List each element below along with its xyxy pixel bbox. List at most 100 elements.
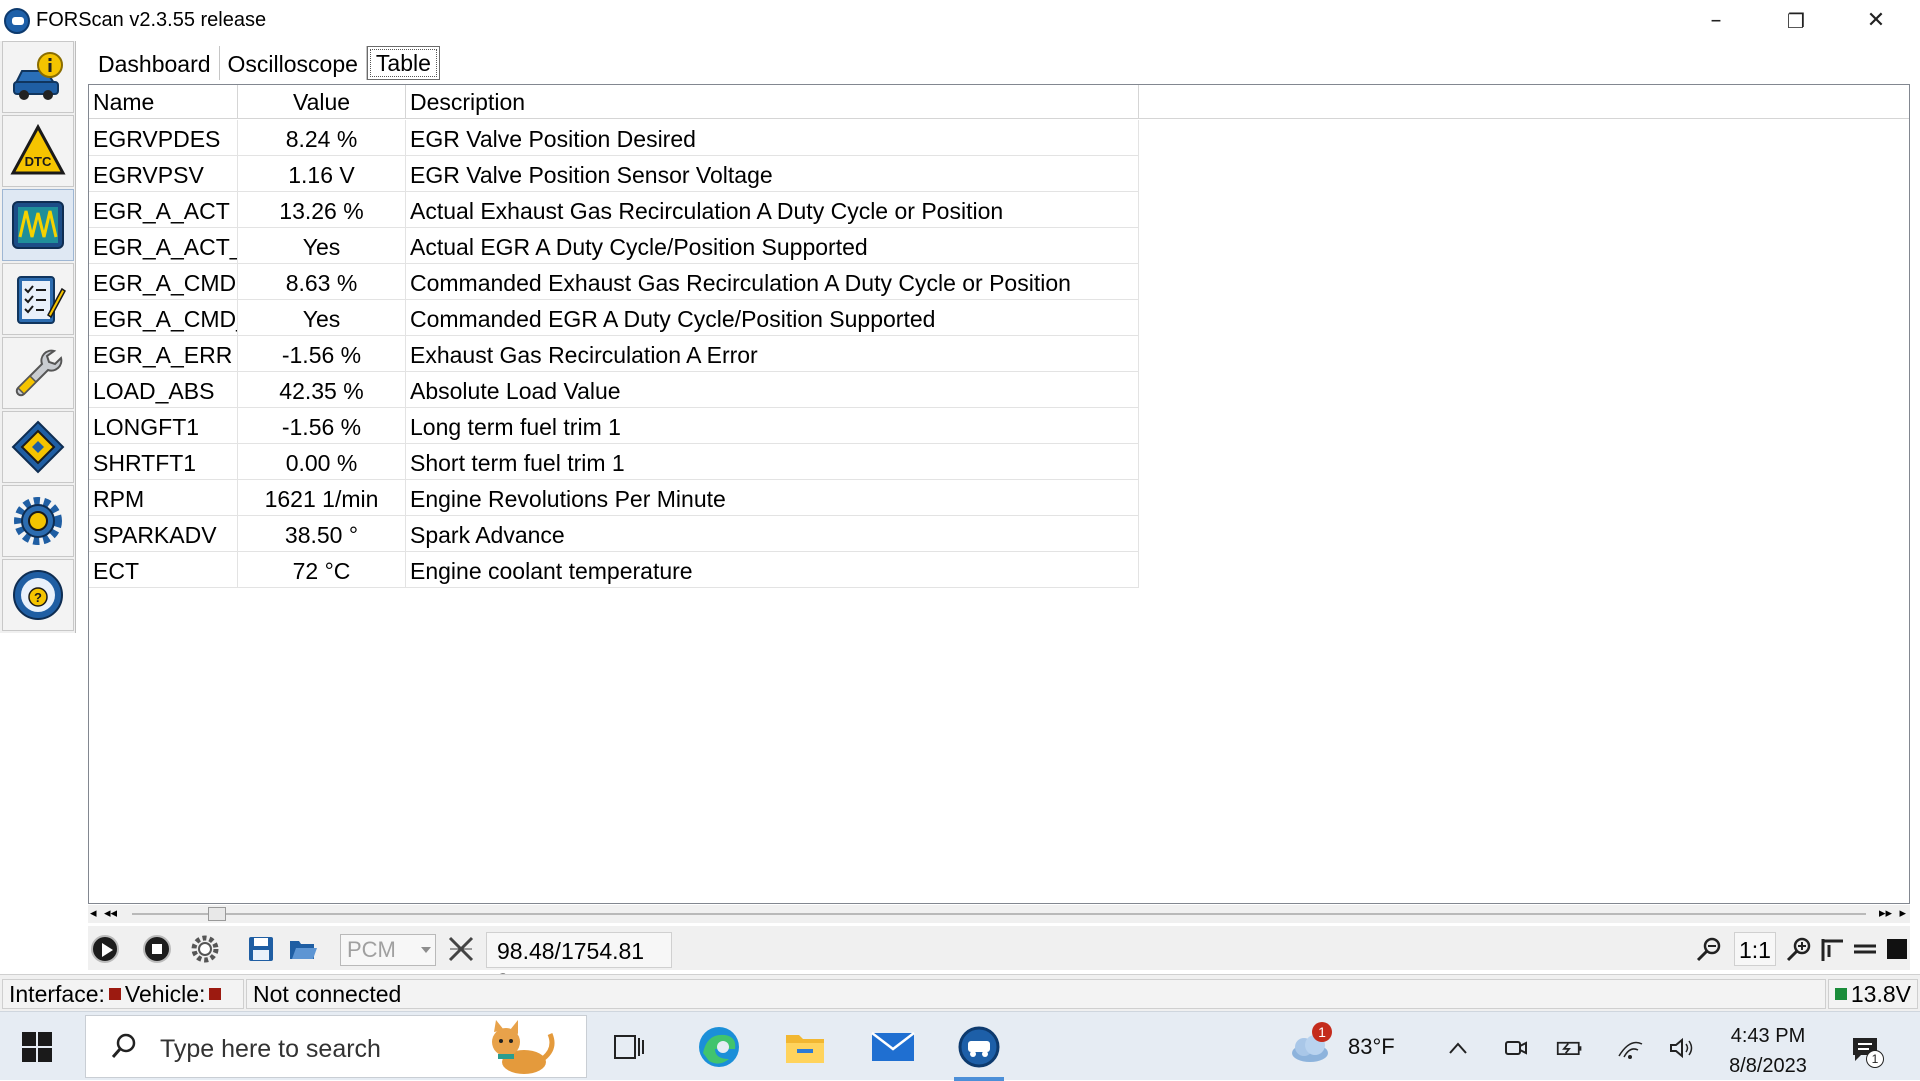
cell-description: Commanded EGR A Duty Cycle/Position Supp… <box>406 300 1139 335</box>
taskbar-clock[interactable]: 4:43 PM 8/8/2023 <box>1718 1021 1818 1081</box>
weather-temperature[interactable]: 83°F <box>1348 1034 1395 1060</box>
time-display: 98.48/1754.81 s <box>486 932 672 991</box>
network-status[interactable] <box>1616 1034 1644 1062</box>
scroll-track[interactable] <box>132 913 1866 915</box>
table-row[interactable]: LONGFT1 -1.56 % Long term fuel trim 1 <box>89 408 1139 444</box>
tab-table[interactable]: Table <box>366 46 440 80</box>
cell-value: -1.56 % <box>238 408 406 443</box>
sidebar-item-help[interactable]: ? <box>2 559 74 631</box>
zoom-out-button[interactable] <box>1692 932 1726 966</box>
scroll-last-arrow[interactable]: ▸▸ <box>1879 905 1892 923</box>
table-row[interactable]: EGR_A_CMD 8.63 % Commanded Exhaust Gas Rec… <box>89 264 1139 300</box>
pid-table: Name Value Description EGRVPDES 8.24 % EGR… <box>88 84 1910 904</box>
cursor-marker-icon <box>1821 939 1843 961</box>
cell-value: Yes <box>238 228 406 263</box>
fill-tool-button[interactable] <box>1880 932 1914 966</box>
windows-logo-icon <box>22 1032 36 1046</box>
interface-label: Interface: <box>9 980 105 1007</box>
cell-description: Engine Revolutions Per Minute <box>406 480 1139 515</box>
sidebar-item-oscilloscope[interactable] <box>2 189 74 261</box>
table-row[interactable]: EGR_A_ACT 13.26 % Actual Exhaust Gas Recir… <box>89 192 1139 228</box>
column-header-description[interactable]: Description <box>406 85 1139 119</box>
taskbar-forscan[interactable] <box>950 1020 1008 1081</box>
table-row[interactable]: ECT 72 °C Engine coolant temperature <box>89 552 1139 588</box>
cell-description: Engine coolant temperature <box>406 552 1139 587</box>
table-row[interactable]: LOAD_ABS 42.35 % Absolute Load Value <box>89 372 1139 408</box>
module-chip-icon <box>11 420 65 474</box>
cell-name: EGR_A_ACT <box>89 192 238 227</box>
volume-control[interactable] <box>1668 1034 1696 1062</box>
wrench-icon <box>15 349 63 397</box>
zoom-ratio[interactable]: 1:1 <box>1734 932 1776 966</box>
table-row[interactable]: RPM 1621 1/min Engine Revolutions Per Minu… <box>89 480 1139 516</box>
task-view-button[interactable] <box>600 1020 658 1074</box>
close-button[interactable]: ✕ <box>1836 0 1916 41</box>
timeline-scrollbar[interactable]: ◂ ◂◂ ▸▸ ▸ <box>88 905 1910 923</box>
play-button[interactable] <box>88 932 122 966</box>
scroll-left-arrow[interactable]: ◂ <box>90 905 97 923</box>
table-row[interactable]: EGR_A_CMD_SYesCommanded EGR A Duty Cycle… <box>89 300 1139 336</box>
tab-dashboard[interactable]: Dashboard <box>90 46 220 80</box>
cell-description: Spark Advance <box>406 516 1139 551</box>
table-row[interactable]: EGR_A_ERR -1.56 % Exhaust Gas Recirculatio… <box>89 336 1139 372</box>
help-steering-wheel-icon: ? <box>13 570 63 620</box>
notification-center-button[interactable]: 1 <box>1848 1032 1884 1068</box>
start-button[interactable] <box>22 1032 52 1062</box>
taskbar-search[interactable]: Type here to search <box>85 1015 587 1078</box>
taskbar-mail[interactable] <box>864 1020 922 1074</box>
table-row[interactable]: EGRVPSV 1.16 V EGR Valve Position Sensor V… <box>89 156 1139 192</box>
restore-button[interactable]: ❐ <box>1756 0 1836 41</box>
vehicle-status-indicator <box>209 988 222 1000</box>
zoom-in-button[interactable] <box>1782 932 1816 966</box>
column-header-value[interactable]: Value <box>238 85 406 119</box>
save-button[interactable] <box>244 932 278 966</box>
module-select-value: PCM <box>347 937 396 962</box>
status-bar: Interface: Vehicle: Not connected 13.8V <box>0 974 1920 1011</box>
cell-name: EGR_A_CMD_S <box>89 300 238 335</box>
cursor-tool-button[interactable] <box>1816 932 1850 966</box>
open-folder-icon <box>290 941 317 959</box>
scroll-right-arrow[interactable]: ▸ <box>1899 905 1906 923</box>
meet-now-button[interactable] <box>1502 1034 1530 1062</box>
module-select[interactable]: PCM <box>340 934 436 966</box>
column-header-name[interactable]: Name <box>89 85 238 119</box>
open-button[interactable] <box>286 932 320 966</box>
minimize-button[interactable]: – <box>1676 0 1756 41</box>
sidebar-item-service[interactable] <box>2 337 74 409</box>
scroll-first-arrow[interactable]: ◂◂ <box>104 905 117 923</box>
sidebar-item-dtc[interactable]: DTC <box>2 115 74 187</box>
connection-status-text: Not connected <box>253 980 402 1007</box>
taskbar-file-explorer[interactable] <box>776 1020 834 1074</box>
line-tool-button[interactable] <box>1848 932 1882 966</box>
table-row[interactable]: EGR_A_ACT_SYesActual EGR A Duty Cycle/Po… <box>89 228 1139 264</box>
edge-browser-icon <box>699 1027 739 1067</box>
clear-button[interactable] <box>444 932 478 966</box>
sidebar-item-settings[interactable] <box>2 485 74 557</box>
cell-value: 38.50 ° <box>238 516 406 551</box>
taskbar-edge[interactable] <box>690 1020 748 1074</box>
cell-value: 42.35 % <box>238 372 406 407</box>
cell-value: 1621 1/min <box>238 480 406 515</box>
sidebar-item-configuration[interactable] <box>2 411 74 483</box>
weather-alert-badge: 1 <box>1312 1022 1332 1042</box>
sidebar: DTC ? <box>0 41 76 633</box>
clock-time: 4:43 PM <box>1730 1025 1806 1047</box>
stop-button[interactable] <box>140 932 174 966</box>
tab-oscilloscope[interactable]: Oscilloscope <box>220 46 367 80</box>
cell-value: 1.16 V <box>238 156 406 191</box>
table-row[interactable]: SHRTFT1 0.00 % Short term fuel trim 1 <box>89 444 1139 480</box>
table-row[interactable]: SPARKADV 38.50 ° Spark Advance <box>89 516 1139 552</box>
sidebar-item-tests[interactable] <box>2 263 74 335</box>
sidebar-item-vehicle-info[interactable] <box>2 41 74 113</box>
scroll-thumb[interactable] <box>208 907 226 921</box>
battery-status[interactable] <box>1556 1034 1584 1062</box>
floppy-disk-icon <box>249 937 273 961</box>
video-camera-icon <box>1505 1041 1527 1055</box>
clear-x-icon <box>448 936 474 962</box>
notification-count-badge: 1 <box>1866 1050 1884 1068</box>
record-settings-button[interactable] <box>188 932 222 966</box>
cell-value: 0.00 % <box>238 444 406 479</box>
cell-description: EGR Valve Position Sensor Voltage <box>406 156 1139 191</box>
show-hidden-icons-button[interactable] <box>1444 1034 1472 1062</box>
table-row[interactable]: EGRVPDES 8.24 % EGR Valve Position Desired <box>89 120 1139 156</box>
